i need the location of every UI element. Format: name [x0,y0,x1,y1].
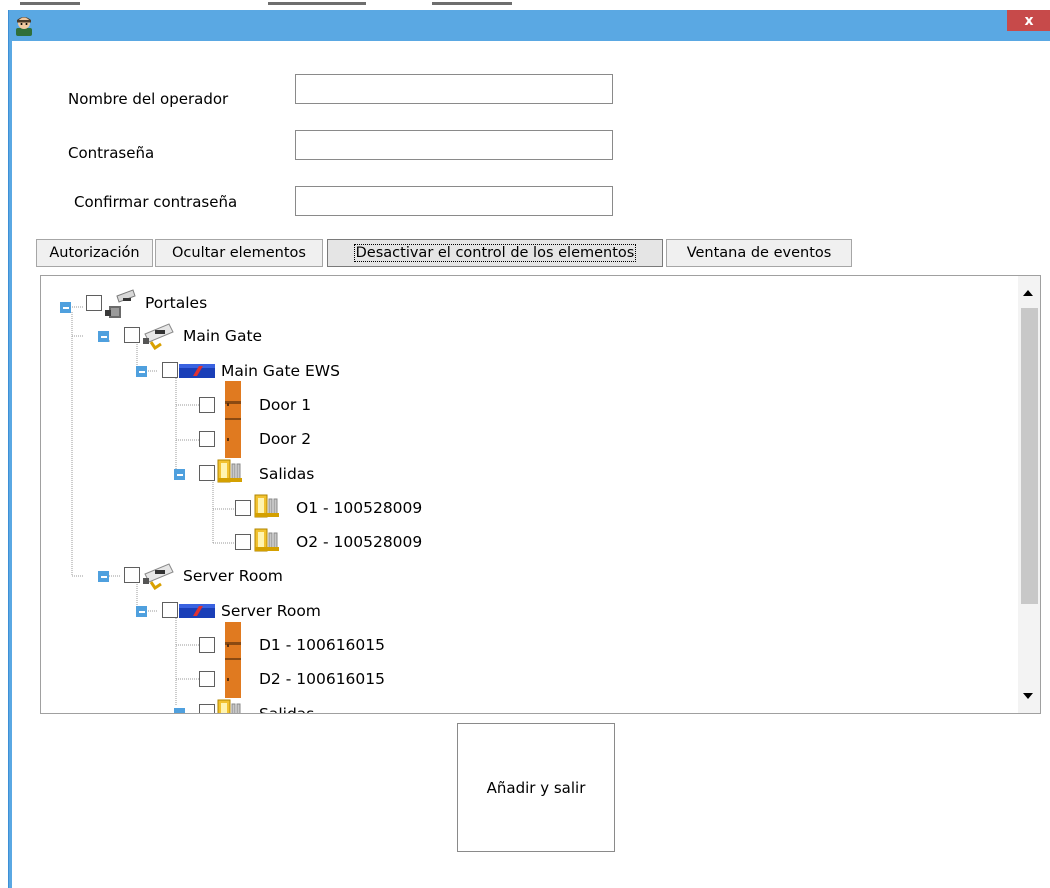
elements-tree[interactable]: Portales Main Gate Main Gate EWS Door 1 [40,275,1041,714]
gate-camera-icon [143,323,174,350]
checkbox-salidas-2[interactable] [199,704,215,713]
tree-node-label: O1 - 100528009 [296,499,423,517]
tab-events-window[interactable]: Ventana de eventos [666,239,852,267]
add-and-exit-button[interactable]: Añadir y salir [457,723,615,852]
background-window-residue [0,0,1050,10]
tree-node-label: Door 2 [259,430,312,448]
scroll-down-arrow-icon[interactable] [1023,693,1033,699]
tree-node-label: Door 1 [259,396,312,414]
operator-name-label: Nombre del operador [68,90,229,108]
tab-hide-elements[interactable]: Ocultar elementos [155,239,323,267]
tree-node-label: O2 - 100528009 [296,533,423,551]
checkbox-door-2[interactable] [199,431,215,447]
outputs-icon [217,699,241,713]
tab-hide-elements-label: Ocultar elementos [172,245,306,261]
tree-node-label: Salidas [259,705,315,714]
scroll-thumb[interactable] [1021,308,1038,604]
tab-authorization[interactable]: Autorización [36,239,153,267]
ews-controller-icon [179,604,215,618]
tree-node-label: Server Room [183,567,283,585]
tab-disable-element-control[interactable]: Desactivar el control de los elementos [327,239,663,267]
output-icon [254,528,279,552]
checkbox-salidas[interactable] [199,465,215,481]
password-label: Contraseña [68,144,155,162]
tree-node-label: D1 - 100616015 [259,636,385,654]
tab-disable-element-control-label: Desactivar el control de los elementos [353,244,637,262]
checkbox-d1[interactable] [199,637,215,653]
scroll-up-arrow-icon[interactable] [1023,290,1033,296]
password-input[interactable] [295,130,613,160]
tree-node-label: Main Gate [183,327,263,345]
title-bar: x [9,10,1050,41]
door-icon [225,418,241,458]
expander-server-room[interactable] [98,571,109,582]
expander-salidas[interactable] [174,469,185,480]
expander-server-room-ews[interactable] [136,606,147,617]
expander-main-gate[interactable] [98,331,109,342]
confirm-password-label: Confirmar contraseña [74,193,238,211]
checkbox-server-room-ews[interactable] [162,602,178,618]
expander-salidas-2[interactable] [174,708,185,713]
tree-node-label: D2 - 100616015 [259,670,385,688]
checkbox-door-1[interactable] [199,397,215,413]
checkbox-server-room[interactable] [124,567,140,583]
tab-authorization-label: Autorización [49,245,140,261]
checkbox-d2[interactable] [199,671,215,687]
checkbox-o2[interactable] [235,534,251,550]
operator-dialog: x Nombre del operador Contraseña Confirm… [8,10,1050,888]
tab-events-window-label: Ventana de eventos [686,245,832,261]
ews-controller-icon [179,364,215,378]
tree-node-label: Salidas [259,465,315,483]
confirm-password-input[interactable] [295,186,613,216]
expander-main-gate-ews[interactable] [136,366,147,377]
checkbox-main-gate-ews[interactable] [162,362,178,378]
tree-node-label: Server Room [221,602,321,620]
portals-icon [105,289,136,318]
outputs-icon [217,459,242,483]
checkbox-o1[interactable] [235,500,251,516]
checkbox-main-gate[interactable] [124,327,140,343]
tree-node-label: Portales [145,294,208,312]
expander-portales[interactable] [60,302,71,313]
tree-vertical-scrollbar[interactable] [1018,276,1040,713]
checkbox-portales[interactable] [86,295,102,311]
operator-name-input[interactable] [295,74,613,104]
tree-node-label: Main Gate EWS [221,362,340,380]
window-left-border [9,41,12,888]
close-button[interactable]: x [1007,10,1050,31]
output-icon [254,494,279,518]
gate-camera-icon [143,563,174,590]
door-icon [225,658,241,698]
operator-avatar-icon [16,17,32,36]
